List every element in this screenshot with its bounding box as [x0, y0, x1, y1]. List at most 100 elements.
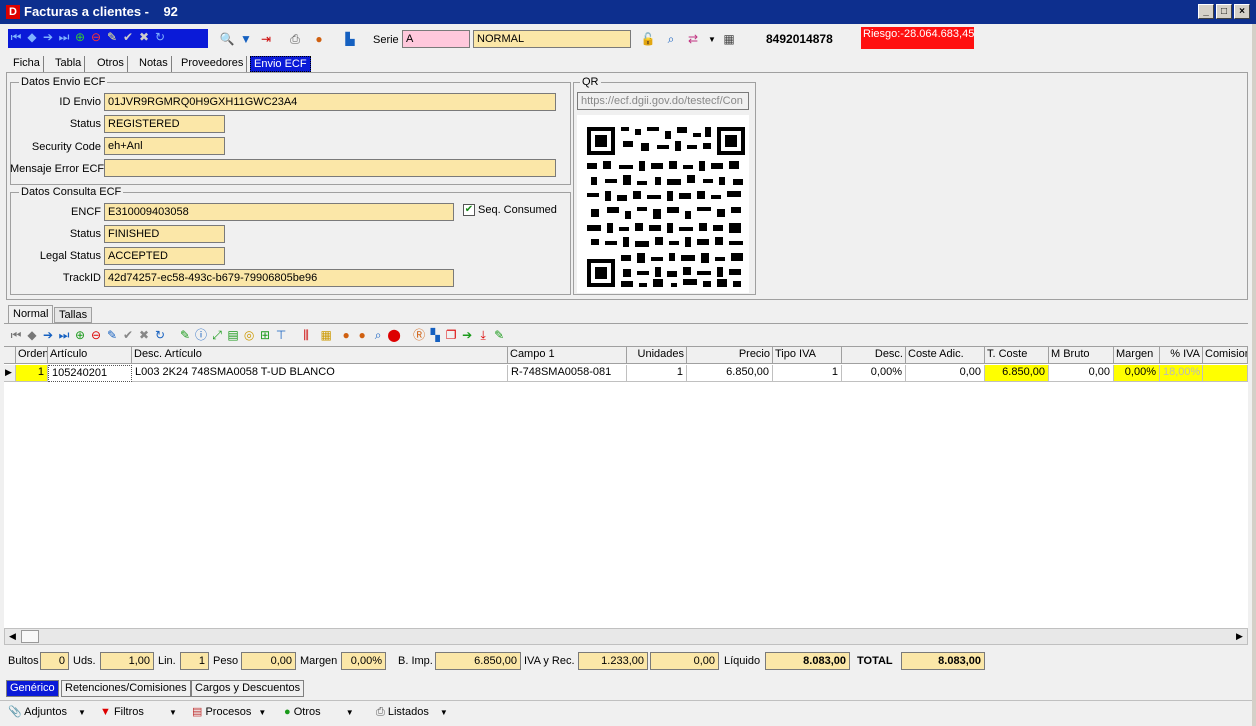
- detail-colors-icon[interactable]: ▚: [427, 327, 443, 343]
- header-comision[interactable]: Comision: [1203, 347, 1248, 364]
- filter-icon[interactable]: ▼: [238, 31, 254, 47]
- detail-columns-icon[interactable]: ⫼: [298, 327, 314, 343]
- cell-comision[interactable]: [1203, 365, 1248, 382]
- cell-orden[interactable]: 1: [16, 365, 48, 382]
- detail-go-icon[interactable]: ➔: [459, 327, 475, 343]
- seq-consumed-checkbox[interactable]: ✔: [463, 204, 475, 216]
- tab-notas[interactable]: Notas: [136, 56, 172, 72]
- close-button[interactable]: ×: [1234, 4, 1250, 19]
- detail-r-icon[interactable]: Ⓡ: [411, 327, 427, 343]
- detail-delete-icon[interactable]: ⊖: [88, 327, 104, 343]
- tab-normal[interactable]: Normal: [8, 305, 54, 323]
- status-envio-field[interactable]: REGISTERED: [104, 115, 225, 133]
- last-record-icon[interactable]: ⏭: [56, 29, 72, 45]
- detail-hierarchy-icon[interactable]: ⊤: [273, 327, 289, 343]
- detail-next-icon[interactable]: ➔: [40, 327, 56, 343]
- print-icon[interactable]: ⎙: [287, 31, 303, 47]
- scroll-left-icon[interactable]: ◀: [5, 629, 20, 644]
- exit-icon[interactable]: ⇥: [258, 31, 274, 47]
- encf-field[interactable]: E310009403058: [104, 203, 454, 221]
- header-orden[interactable]: Orden: [16, 347, 48, 364]
- minimize-button[interactable]: _: [1198, 4, 1214, 19]
- header-pct-iva[interactable]: % IVA: [1160, 347, 1203, 364]
- detail-edit-icon[interactable]: ✎: [104, 327, 120, 343]
- qr-url-field[interactable]: https://ecf.dgii.gov.do/testecf/Con: [577, 92, 749, 110]
- cell-campo1[interactable]: R-748SMA0058-081: [508, 365, 627, 382]
- detail-last-icon[interactable]: ⏭: [56, 327, 72, 343]
- refresh-icon[interactable]: ↻: [152, 29, 168, 45]
- tab-retenciones[interactable]: Retenciones/Comisiones: [61, 680, 191, 697]
- detail-add-icon[interactable]: ⊕: [72, 327, 88, 343]
- transfer-icon[interactable]: ⇄: [685, 31, 701, 47]
- detail-coins-icon[interactable]: ◎: [241, 327, 257, 343]
- detail-pin-icon[interactable]: ⬤: [386, 327, 402, 343]
- cash-register-icon[interactable]: ▦: [721, 31, 737, 47]
- menu-procesos[interactable]: ▤ Procesos ▼: [192, 703, 266, 723]
- security-code-field[interactable]: eh+Anl: [104, 137, 225, 155]
- cell-unidades[interactable]: 1: [627, 365, 687, 382]
- tab-tallas[interactable]: Tallas: [54, 307, 93, 323]
- detail-notes-icon[interactable]: ✎: [177, 327, 193, 343]
- user-icon[interactable]: ●: [311, 31, 327, 47]
- preview-icon[interactable]: ⌕: [663, 31, 679, 47]
- menu-listados[interactable]: ⎙ Listados ▼: [376, 703, 448, 723]
- detail-find-icon[interactable]: ⌕: [370, 327, 386, 343]
- scroll-thumb[interactable]: [21, 630, 39, 643]
- cancel-icon[interactable]: ✖: [136, 29, 152, 45]
- confirm-icon[interactable]: ✔: [120, 29, 136, 45]
- detail-grid-icon[interactable]: ▦: [318, 327, 334, 343]
- status-consulta-field[interactable]: FINISHED: [104, 225, 225, 243]
- detail-copy-icon[interactable]: ❐: [443, 327, 459, 343]
- menu-adjuntos[interactable]: 📎 Adjuntos ▼: [8, 703, 86, 723]
- cell-tipo-iva[interactable]: 1: [773, 365, 842, 382]
- detail-prev-icon[interactable]: ◆: [24, 327, 40, 343]
- first-record-icon[interactable]: ⏮: [8, 29, 24, 45]
- scroll-right-icon[interactable]: ▶: [1232, 629, 1247, 644]
- header-articulo[interactable]: Artículo: [48, 347, 132, 364]
- detail-sheet-icon[interactable]: ▤: [225, 327, 241, 343]
- mensaje-error-field[interactable]: [104, 159, 556, 177]
- prev-record-icon[interactable]: ◆: [24, 29, 40, 45]
- cell-articulo[interactable]: 105240201: [48, 365, 132, 382]
- legal-status-field[interactable]: ACCEPTED: [104, 247, 225, 265]
- cell-coste-adic[interactable]: 0,00: [906, 365, 985, 382]
- header-coste-adic[interactable]: Coste Adic.: [906, 347, 985, 364]
- search-icon[interactable]: 🔍: [219, 31, 235, 47]
- header-tipo-iva[interactable]: Tipo IVA: [773, 347, 842, 364]
- header-campo1[interactable]: Campo 1: [508, 347, 627, 364]
- tipo-input[interactable]: NORMAL: [473, 30, 631, 48]
- menu-otros[interactable]: ● Otros ▼: [284, 703, 354, 723]
- tab-proveedores[interactable]: Proveedores: [178, 56, 248, 72]
- header-t-coste[interactable]: T. Coste: [985, 347, 1049, 364]
- header-m-bruto[interactable]: M Bruto: [1049, 347, 1114, 364]
- serie-input[interactable]: A: [402, 30, 470, 48]
- cell-precio[interactable]: 6.850,00: [687, 365, 773, 382]
- lock-icon[interactable]: 🔓: [640, 31, 656, 47]
- trackid-field[interactable]: 42d74257-ec58-493c-b679-79906805be96: [104, 269, 454, 287]
- header-unidades[interactable]: Unidades: [627, 347, 687, 364]
- chart-icon[interactable]: ▙: [342, 31, 358, 47]
- detail-cancel-icon[interactable]: ✖: [136, 327, 152, 343]
- row-indicator-icon[interactable]: ▶: [4, 365, 16, 382]
- detail-download-icon[interactable]: ⤓: [475, 327, 491, 343]
- detail-tree-icon[interactable]: ⊞: [257, 327, 273, 343]
- detail-confirm-icon[interactable]: ✔: [120, 327, 136, 343]
- tab-cargos[interactable]: Cargos y Descuentos: [191, 680, 305, 697]
- maximize-button[interactable]: □: [1216, 4, 1232, 19]
- detail-expand-icon[interactable]: ⤢: [209, 327, 225, 343]
- tab-tabla[interactable]: Tabla: [52, 56, 86, 72]
- tab-envio-ecf[interactable]: Envio ECF: [250, 56, 311, 72]
- add-icon[interactable]: ⊕: [72, 29, 88, 45]
- delete-icon[interactable]: ⊖: [88, 29, 104, 45]
- cell-t-coste[interactable]: 6.850,00: [985, 365, 1049, 382]
- tab-otros[interactable]: Otros: [94, 56, 128, 72]
- tab-ficha[interactable]: Ficha: [10, 56, 44, 72]
- cell-margen[interactable]: 0,00%: [1114, 365, 1160, 382]
- detail-first-icon[interactable]: ⏮: [8, 327, 24, 343]
- detail-person2-icon[interactable]: ●: [354, 327, 370, 343]
- detail-refresh-icon[interactable]: ↻: [152, 327, 168, 343]
- edit-icon[interactable]: ✎: [104, 29, 120, 45]
- detail-edit2-icon[interactable]: ✎: [491, 327, 507, 343]
- menu-filtros[interactable]: ▼ Filtros ▼: [100, 703, 177, 723]
- cell-desc[interactable]: 0,00%: [842, 365, 906, 382]
